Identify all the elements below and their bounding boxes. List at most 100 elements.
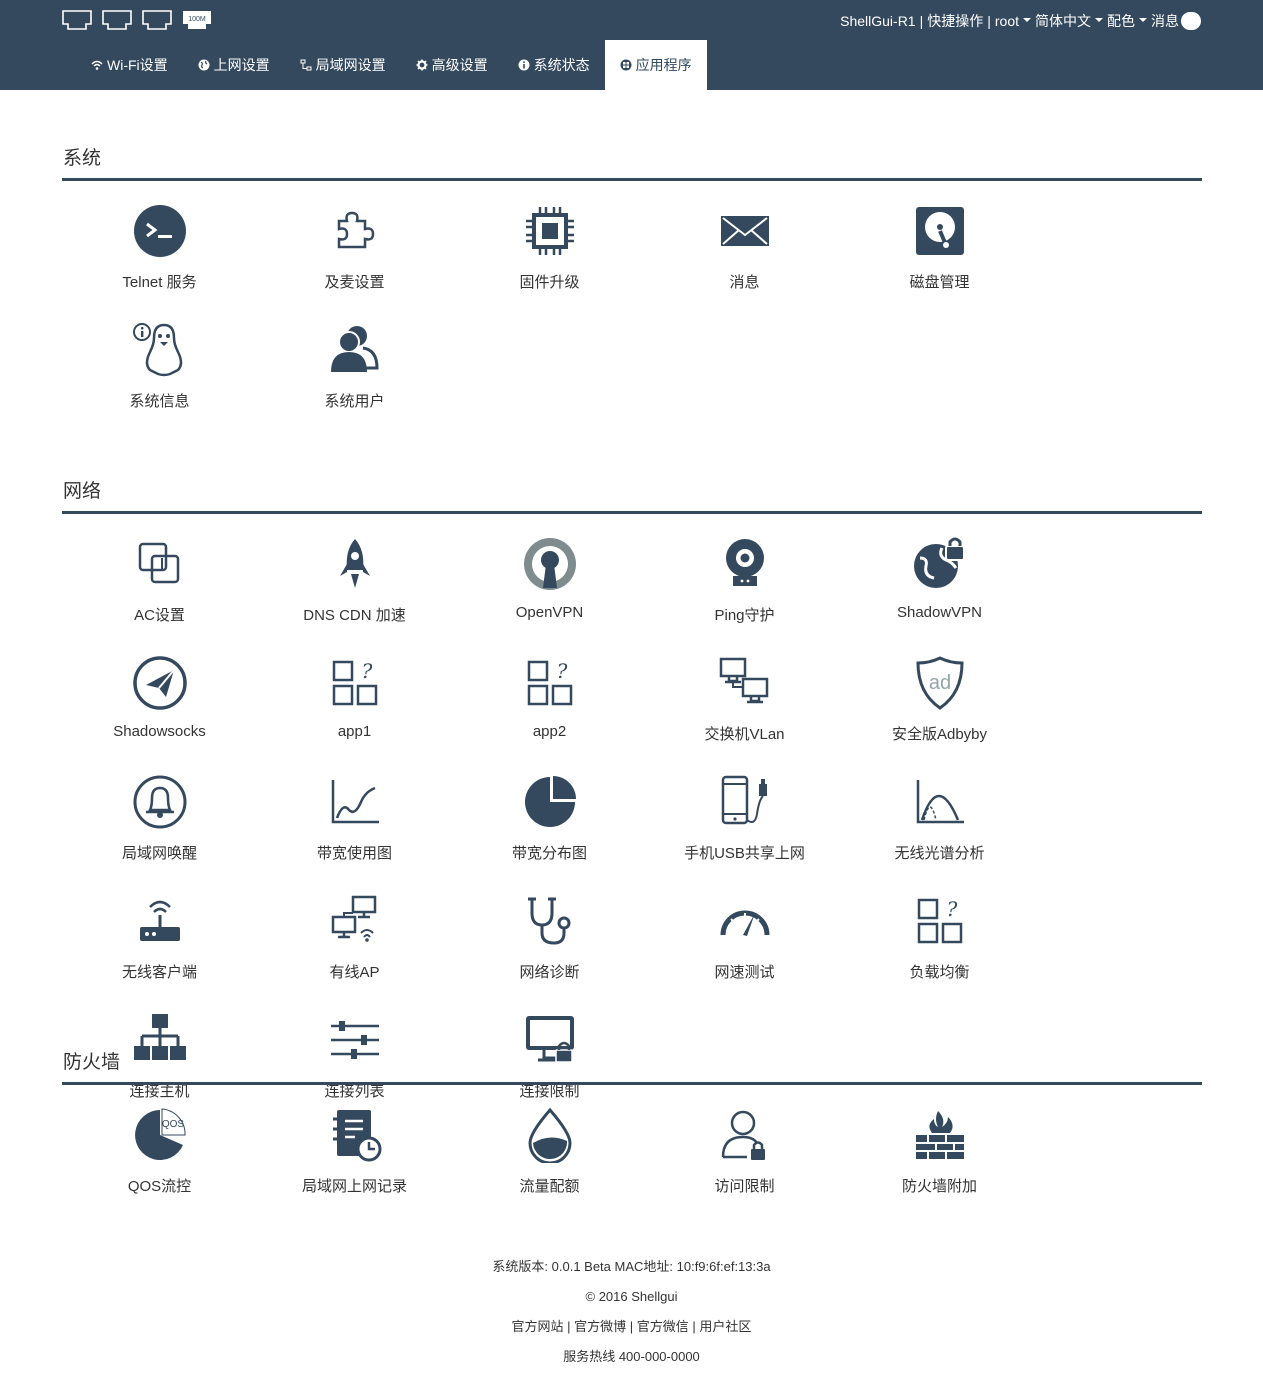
app-label: ShadowVPN [896,604,983,621]
app-label: 消息 [729,274,760,291]
app-label: DNS CDN 加速 [303,607,406,624]
app-bandwidth-distribution[interactable]: 带宽分布图 [452,774,647,893]
official-site-link[interactable]: 官方网站 [512,1319,564,1334]
app-jimai-settings[interactable]: 及麦设置 [257,203,452,322]
clone-icon [132,536,188,592]
app-label: 手机USB共享上网 [684,845,805,862]
app-label: 带宽使用图 [316,845,392,862]
app-firewall-extra[interactable]: 防火墙附加 [842,1107,1037,1226]
app-lan-access-log[interactable]: 局域网上网记录 [257,1107,452,1226]
penguin-icon [132,322,188,378]
app-adbyby[interactable]: ad 安全版Adbyby [842,655,1037,774]
envelope-icon [717,203,773,259]
app-label: Ping守护 [714,607,775,624]
app-firmware-upgrade[interactable]: 固件升级 [452,203,647,322]
section-title: 防火墙 [63,1052,121,1073]
app-label: 无线光谱分析 [894,845,985,862]
rocket-icon [327,536,383,592]
device-name: ShellGui-R1 [840,13,916,29]
globe-icon [198,59,210,71]
paper-plane-icon [132,655,188,711]
terminal-icon [132,203,188,259]
page-footer: 系统版本: 0.0.1 Beta MAC地址: 10:f9:6f:ef:13:3… [0,1256,1263,1376]
app-placeholder-icon: ? [912,893,968,949]
user-community-link[interactable]: 用户社区 [699,1319,751,1334]
app-access-restriction[interactable]: 访问限制 [647,1107,842,1226]
app-label: 及麦设置 [324,274,385,291]
app-usb-tethering[interactable]: 手机USB共享上网 [647,774,842,893]
app-label: 防火墙附加 [901,1178,977,1195]
app-telnet[interactable]: Telnet 服务 [62,203,257,322]
tab-wifi-settings[interactable]: Wi-Fi设置 [76,40,183,90]
app-grid: Telnet 服务 及麦设置 固件升级 消息 磁盘管理 系统信息 系统用户 [62,181,1202,441]
log-clock-icon [327,1107,383,1163]
app-label: OpenVPN [515,604,584,621]
tab-system-status[interactable]: 系统状态 [503,40,605,90]
app-ping-guard[interactable]: Ping守护 [647,536,842,655]
app-bandwidth-usage[interactable]: 带宽使用图 [257,774,452,893]
quick-ops-link[interactable]: 快捷操作 [927,11,983,31]
app-label: 固件升级 [519,274,580,291]
section-firewall: 防火墙 QOS QOS流控 局域网上网记录 流量配额 访问限制 防火墙附加 [62,1048,1202,1226]
router-icon [132,893,188,949]
tab-internet-settings[interactable]: 上网设置 [183,40,285,90]
app-openvpn[interactable]: OpenVPN [452,536,647,655]
message-count-badge: 5 [1181,12,1201,30]
tab-lan-settings[interactable]: 局域网设置 [285,40,401,90]
app-grid: AC设置 DNS CDN 加速 OpenVPN Ping守护 ShadowVPN… [62,514,1202,1131]
user-lock-icon [717,1107,773,1163]
apps-icon [620,59,632,71]
app-wifi-spectrum[interactable]: 无线光谱分析 [842,774,1037,893]
messages-link[interactable]: 消息 [1151,11,1179,31]
app-label: 局域网上网记录 [301,1178,407,1195]
svg-text:?: ? [946,897,957,921]
svg-text:?: ? [556,659,567,683]
app-network-diagnosis[interactable]: 网络诊断 [452,893,647,1012]
app-wired-ap[interactable]: 有线AP [257,893,452,1012]
app-messages[interactable]: 消息 [647,203,842,322]
app-dns-cdn[interactable]: DNS CDN 加速 [257,536,452,655]
wifi-icon [91,59,103,71]
color-scheme-menu[interactable]: 配色 [1107,11,1135,31]
ethernet-port-icon [62,9,92,32]
app-system-info[interactable]: 系统信息 [62,322,257,441]
app-speed-test[interactable]: 网速测试 [647,893,842,1012]
app-label: 系统信息 [129,393,190,410]
tab-applications[interactable]: 应用程序 [604,40,707,90]
stethoscope-icon [522,893,578,949]
language-menu[interactable]: 简体中文 [1035,11,1091,31]
sitemap-icon [300,59,312,71]
app-system-users[interactable]: 系统用户 [257,322,452,441]
app-disk-management[interactable]: 磁盘管理 [842,203,1037,322]
pie-chart-icon [522,774,578,830]
ethernet-port-icon [102,9,132,32]
app-traffic-quota[interactable]: 流量配额 [452,1107,647,1226]
app-label: Shadowsocks [113,723,206,740]
app-qos[interactable]: QOS QOS流控 [62,1107,257,1226]
app-app1[interactable]: ? app1 [257,655,452,774]
top-header: 100M ShellGui-R1 | 快捷操作 | root 简体中文 配色 消… [0,0,1263,90]
tab-label: 应用程序 [635,57,692,73]
app-grid: QOS QOS流控 局域网上网记录 流量配额 访问限制 防火墙附加 [62,1085,1202,1226]
tab-advanced-settings[interactable]: 高级设置 [401,40,503,90]
official-weibo-link[interactable]: 官方微博 [574,1319,626,1334]
app-shadowvpn[interactable]: ShadowVPN [842,536,1037,655]
firewall-icon [912,1107,968,1163]
user-menu[interactable]: root [995,13,1019,29]
disk-icon [912,203,968,259]
app-label: 磁盘管理 [909,274,970,291]
chip-icon [522,203,578,259]
app-label: AC设置 [134,607,185,624]
tab-label: 系统状态 [533,57,590,73]
official-wechat-link[interactable]: 官方微信 [637,1319,689,1334]
app-load-balance[interactable]: ? 负载均衡 [842,893,1037,1012]
app-wake-on-lan[interactable]: 局域网唤醒 [62,774,257,893]
app-switch-vlan[interactable]: 交换机VLan [647,655,842,774]
app-label: 带宽分布图 [511,845,587,862]
network-monitors-icon [717,655,773,711]
app-shadowsocks[interactable]: Shadowsocks [62,655,257,774]
app-ac-settings[interactable]: AC设置 [62,536,257,655]
info-icon [518,59,530,71]
app-wireless-client[interactable]: 无线客户端 [62,893,257,1012]
app-app2[interactable]: ? app2 [452,655,647,774]
